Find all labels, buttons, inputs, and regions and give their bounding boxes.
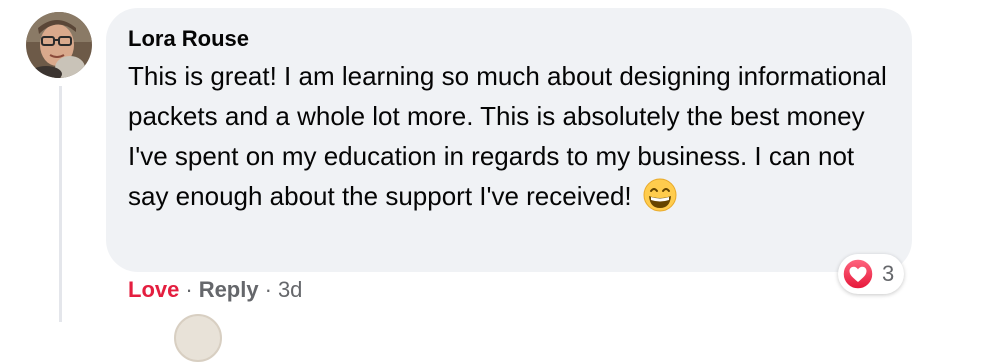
comment-author[interactable]: Lora Rouse (128, 25, 890, 53)
grinning-face-with-smiling-eyes-icon (643, 178, 677, 212)
thread-line (59, 86, 62, 322)
comment-actions: Love · Reply · 3d (128, 276, 302, 304)
heart-icon (842, 258, 874, 290)
separator-dot: · (264, 277, 272, 302)
comment-body: This is great! I am learning so much abo… (128, 56, 888, 216)
reaction-summary[interactable]: 3 (838, 254, 905, 294)
separator-dot: · (185, 277, 193, 302)
avatar[interactable] (26, 12, 92, 78)
love-button[interactable]: Love (128, 277, 179, 302)
reply-button[interactable]: Reply (199, 277, 259, 302)
comment-timestamp[interactable]: 3d (278, 277, 302, 302)
reaction-count: 3 (882, 261, 895, 286)
comment-bubble: Lora Rouse This is great! I am learning … (106, 8, 912, 272)
comment-text: This is great! I am learning so much abo… (128, 61, 887, 211)
next-reply-avatar[interactable] (174, 314, 222, 362)
